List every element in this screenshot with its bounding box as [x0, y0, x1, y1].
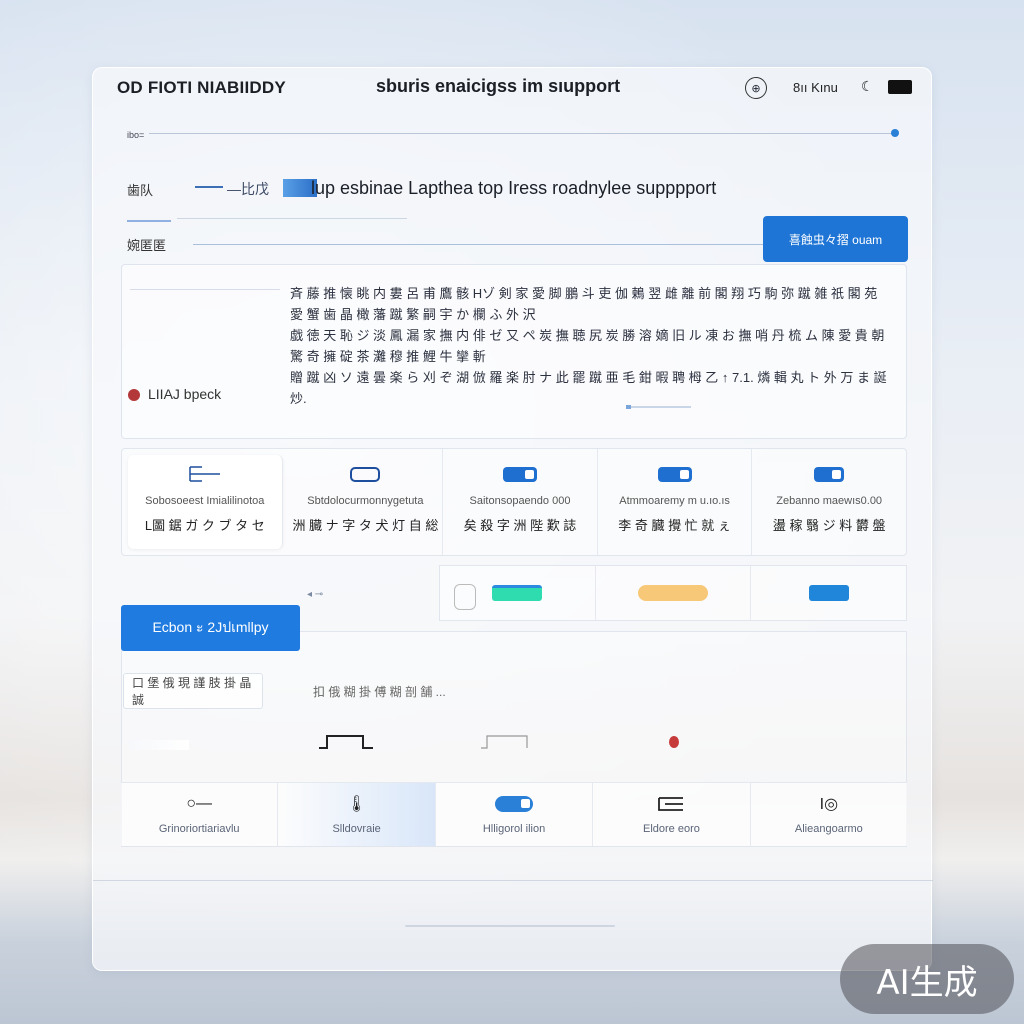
slider-label: ibo= [127, 130, 145, 140]
filter-chip[interactable]: 口 堡 俄 現 謹 肢 掛 晶 誠 [123, 673, 263, 709]
footer-item[interactable]: Hlligorol ilion [436, 783, 594, 846]
tile-option[interactable]: Atmmoaremy m u.ıo.ıs 李 奇 臓 攪 忙 就 ぇ [598, 449, 753, 555]
hammer-icon [655, 795, 687, 813]
row1-tag: —比戊 [227, 181, 269, 197]
footer-item[interactable]: Eldore eoro [593, 783, 751, 846]
footer-item-label: Eldore eoro [642, 822, 700, 835]
option-tiles: Sobosoeest Imialilinotoa L圖 鋸 ガ ク ブ タ セ … [121, 448, 907, 556]
toggle-icon [495, 795, 534, 813]
main-card: 斉 藤 推 懐 眺 内 婁 呂 甫 鷹 骸 Hゾ 剣 家 愛 脚 鵬 斗 吏 伽… [121, 264, 907, 439]
slider-handle[interactable] [891, 129, 899, 137]
globe-icon[interactable]: ⊕ [745, 77, 767, 99]
progress-slider[interactable] [149, 133, 893, 134]
footer-item-label: Grinoriortiariavlu [158, 822, 240, 835]
tile-value: 盪 稼 翳 ジ 料 欝 盤 [772, 518, 886, 533]
mini-progress [627, 406, 691, 408]
status-text: LIIAJ bpeck [148, 386, 222, 402]
body-line: 斉 藤 推 懐 眺 内 婁 呂 甫 鷹 骸 Hゾ 剣 家 愛 脚 鵬 斗 吏 伽… [290, 286, 878, 322]
app-window: OD FIOTI NIABIIDDY sburis enaicigss im s… [92, 67, 933, 971]
panel-toggle-icon[interactable] [888, 80, 912, 94]
tile-option[interactable]: Saitonsopaendo 000 矣 殺 字 洲 陛 歎 誌 [443, 449, 598, 555]
row2-label: 婉匿匿 [127, 238, 167, 253]
user-menu[interactable]: 8ıı Kınu [793, 80, 838, 95]
footer-item[interactable]: ○— Grinoriortiariavlu [121, 783, 279, 846]
bracket-tool-icon[interactable] [317, 732, 377, 750]
body-line: 贈 蹴 凶 ソ 遠 曇 楽 ら 刈 ぞ 湖 倣 羅 楽 肘 ナ 此 罷 蹴 亜 … [290, 370, 887, 406]
level-bar-amber [638, 585, 708, 601]
thermometer-icon: 🌡 [346, 795, 367, 813]
body-text: 斉 藤 推 懐 眺 内 婁 呂 甫 鷹 骸 Hゾ 剣 家 愛 脚 鵬 斗 吏 伽… [290, 283, 890, 409]
tile-caption: Saitonsopaendo 000 [469, 495, 571, 507]
card-rule [130, 289, 280, 290]
tile-option[interactable]: Sobosoeest Imialilinotoa L圖 鋸 ガ ク ブ タ セ [128, 455, 283, 549]
level-bar-blue [808, 585, 849, 601]
footer-item[interactable]: 🌡 Slldovraie [278, 783, 436, 846]
app-title: OD FIOTI NIABIIDDY [117, 78, 286, 97]
record-icon: I◎ [819, 795, 839, 813]
bracket-tool-outline-icon[interactable] [479, 732, 531, 750]
search-input[interactable]: 扣 俄 糊 掛 傅 糊 剖 舗 ... [273, 673, 688, 709]
table-icon [188, 465, 222, 483]
tile-caption: Sobosoeest Imialilinotoa [145, 495, 265, 507]
accent-underline [127, 220, 171, 222]
headline: lup esbinae Lapthea top Iress roadnylee … [311, 178, 717, 198]
tile-caption: Atmmoaremy m u.ıo.ıs [619, 495, 730, 507]
level-bars [439, 565, 907, 621]
home-indicator [405, 925, 615, 927]
page-heading: sburis enaicigss im sıupport [376, 76, 621, 96]
body-line: 戯 徳 天 恥 ジ 淡 鳳 漏 家 撫 内 俳 ゼ 又 ペ 炭 撫 聴 尻 炭 … [290, 328, 885, 364]
footer-item-label: Alieangoarmo [794, 822, 863, 835]
tile-caption: Zebanno maewıs0.00 [776, 495, 883, 507]
tile-option[interactable]: Zebanno maewıs0.00 盪 稼 翳 ジ 料 欝 盤 [752, 449, 906, 555]
alert-icon[interactable] [669, 736, 679, 748]
tile-value: 矣 殺 字 洲 陛 歎 誌 [463, 518, 577, 533]
toggle-on-icon [657, 465, 692, 483]
divider [177, 218, 407, 219]
tile-option[interactable]: Sbtdolocurmonnygetuta 洲 臓 ナ 字 タ 犬 灯 自 総 [289, 449, 444, 555]
key-icon: ○— [186, 794, 213, 812]
level-bar-cell[interactable] [596, 566, 752, 620]
footer-item-label: Slldovraie [332, 822, 381, 835]
toggle-on-icon [814, 465, 845, 483]
tool-row [121, 718, 907, 778]
toggle-off-icon [350, 465, 381, 483]
moon-icon[interactable]: ☾ [861, 78, 874, 95]
row2-slider[interactable] [193, 244, 833, 245]
row1-divider [195, 186, 223, 188]
placeholder-bar [129, 740, 189, 750]
mini-progress-marker [626, 405, 631, 409]
primary-button[interactable]: 喜蝕虫々摺 ouam [763, 216, 908, 262]
footer-item-label: Hlligorol ilion [482, 822, 546, 835]
footer-toolbar: ○— Grinoriortiariavlu 🌡 Slldovraie Hllig… [121, 782, 907, 846]
level-bar-teal [492, 585, 543, 601]
level-bar-cell[interactable] [751, 566, 906, 620]
tile-value: 李 奇 臓 攪 忙 就 ぇ [618, 518, 731, 533]
level-bar-cell[interactable] [440, 566, 596, 620]
row1-label: 歯队 [127, 183, 154, 198]
tile-caption: Sbtdolocurmonnygetuta [307, 495, 424, 507]
toggle-on-icon [502, 465, 537, 483]
footer-item[interactable]: I◎ Alieangoarmo [751, 783, 907, 846]
status-dot-icon [128, 389, 140, 401]
bottom-shelf [93, 880, 933, 881]
tile-value: 洲 臓 ナ 字 タ 犬 灯 自 総 [292, 518, 439, 533]
ai-watermark: AI生成 [840, 944, 1014, 1014]
tile-value: L圖 鋸 ガ ク ブ タ セ [144, 518, 265, 533]
bracket-icon [454, 584, 476, 610]
cta-button[interactable]: Ecbon ะ 2Jปเmllpy [121, 605, 300, 651]
drag-hint-icon: ◂ ⊸ [307, 589, 324, 600]
